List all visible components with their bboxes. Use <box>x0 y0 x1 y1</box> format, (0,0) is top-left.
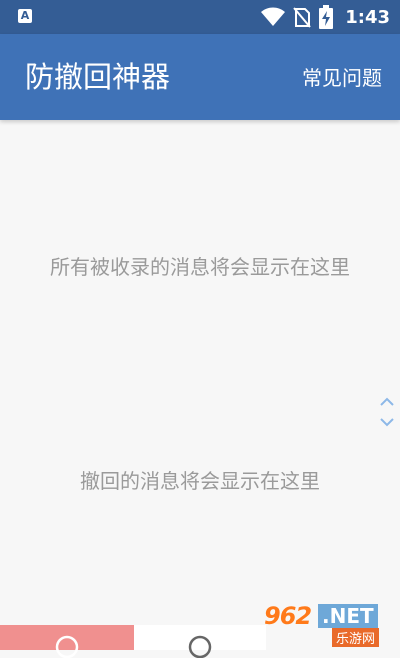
tab-icon <box>188 635 212 658</box>
page-title: 防撤回神器 <box>25 60 171 94</box>
wifi-icon <box>261 7 286 26</box>
expand-collapse-icon[interactable] <box>379 395 395 429</box>
no-sim-icon <box>293 7 311 28</box>
bottom-tab-recalled[interactable] <box>134 625 266 658</box>
battery-charging-icon <box>319 5 334 29</box>
watermark-logo: 962 .NET 乐游网 <box>260 602 394 648</box>
status-icons: 1:43 <box>261 0 390 34</box>
search-icon <box>55 635 79 658</box>
status-time: 1:43 <box>345 6 390 28</box>
watermark-suffix: .NET <box>318 604 378 628</box>
faq-button[interactable]: 常见问题 <box>302 64 382 92</box>
watermark-site-name: 乐游网 <box>332 628 380 647</box>
bottom-tab-messages[interactable] <box>0 625 134 658</box>
all-messages-empty-text: 所有被收录的消息将会显示在这里 <box>50 255 350 279</box>
recalled-messages-empty-text: 撤回的消息将会显示在这里 <box>80 469 320 493</box>
app-bar: 防撤回神器 常见问题 <box>0 34 400 120</box>
watermark-number: 962 <box>264 602 312 630</box>
app-notification-icon: A <box>18 9 32 23</box>
status-bar: A 1:43 <box>0 0 400 34</box>
